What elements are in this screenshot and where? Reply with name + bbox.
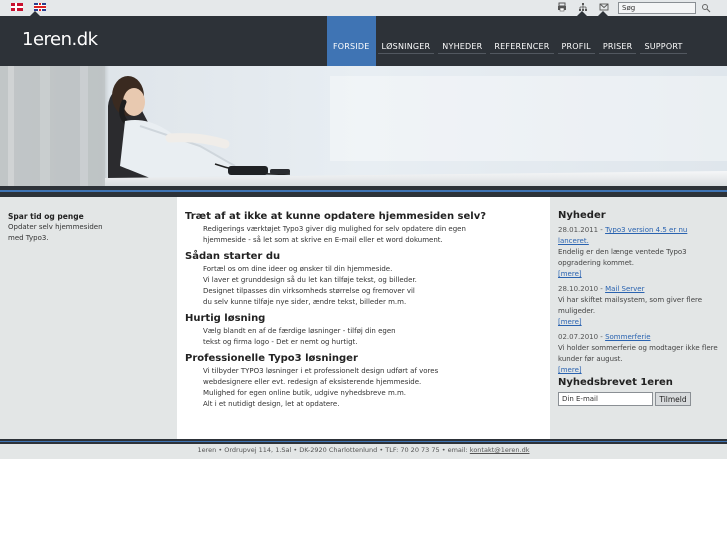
office-woman-phone-image xyxy=(0,66,727,186)
top-strip xyxy=(0,0,727,16)
section-text: Fortæl os om dine ideer og ønsker til di… xyxy=(203,265,393,273)
danish-flag-icon[interactable] xyxy=(11,3,23,11)
section-text: du selv kunne tilføje nye sider, ændre t… xyxy=(203,298,407,306)
section-title: Sådan starter du xyxy=(185,251,281,262)
newsletter-form: Tilmeld xyxy=(558,392,719,406)
print-icon[interactable] xyxy=(557,2,567,12)
news-text: Vi holder sommerferie og modtager ikke f… xyxy=(558,344,718,363)
site-logo[interactable]: 1eren.dk xyxy=(22,29,98,50)
section-text: tekst og firma logo - Det er nemt og hur… xyxy=(203,338,358,346)
news-date: 02.07.2010 - xyxy=(558,333,603,341)
nav-item-support[interactable]: SUPPORT xyxy=(638,16,688,66)
email-field[interactable] xyxy=(558,392,653,406)
section-text: hjemmeside - så let som at skrive en E-m… xyxy=(203,236,443,244)
section-title: Træt af at ikke at kunne opdatere hjemme… xyxy=(185,211,487,222)
nav-item-profil[interactable]: PROFIL xyxy=(556,16,597,66)
more-link[interactable]: [mere] xyxy=(558,269,719,280)
section-text: Alt i et nutidigt design, let at opdater… xyxy=(203,400,340,408)
news-date: 28.01.2011 - xyxy=(558,226,603,234)
news-item: 28.10.2010 - Mail Server Vi har skiftet … xyxy=(558,284,719,328)
more-link[interactable]: [mere] xyxy=(558,365,719,376)
content-section: Træt af at ikke at kunne opdatere hjemme… xyxy=(185,210,542,246)
news-item: 02.07.2010 - Sommerferie Vi holder somme… xyxy=(558,332,719,376)
news-title: Nyheder xyxy=(558,210,606,221)
news-item: 28.01.2011 - Typo3 version 4.5 er nu lan… xyxy=(558,225,719,280)
more-link[interactable]: [mere] xyxy=(558,317,719,328)
news-text: Vi har skiftet mailsystem, som giver fle… xyxy=(558,296,703,315)
news-date: 28.10.2010 - xyxy=(558,285,603,293)
header: 1eren.dk FORSIDE LØSNINGER NYHEDER REFER… xyxy=(0,16,727,66)
sitemap-icon[interactable] xyxy=(578,2,588,12)
content-section: Sådan starter du Fortæl os om dine ideer… xyxy=(185,250,542,308)
section-text: webdesignere eller evt. redesign af eksi… xyxy=(203,378,422,386)
footer-email-link[interactable]: kontakt@1eren.dk xyxy=(470,446,530,454)
subscribe-button[interactable]: Tilmeld xyxy=(655,392,691,406)
news-link[interactable]: Sommerferie xyxy=(605,333,650,341)
section-text: Redigerings værktøjet Typo3 giver dig mu… xyxy=(203,225,466,233)
left-title: Spar tid og penge xyxy=(8,212,84,221)
section-title: Hurtig løsning xyxy=(185,313,266,324)
section-text: Vi laver et grunddesign så du let kan ti… xyxy=(203,276,417,284)
news-link[interactable]: Mail Server xyxy=(605,285,644,293)
news-header: 02.07.2010 - Sommerferie xyxy=(558,332,719,343)
right-sidebar: Nyheder 28.01.2011 - Typo3 version 4.5 e… xyxy=(550,197,727,439)
mail-icon[interactable] xyxy=(599,2,609,12)
nav-item-nyheder[interactable]: NYHEDER xyxy=(436,16,488,66)
news-header: 28.10.2010 - Mail Server xyxy=(558,284,719,295)
hero-banner xyxy=(0,66,727,186)
main-content: Træt af at ikke at kunne opdatere hjemme… xyxy=(177,197,550,439)
nav-item-forside[interactable]: FORSIDE xyxy=(327,16,376,66)
section-text: Vi tilbyder TYPO3 løsninger i et profess… xyxy=(203,367,439,375)
nav-item-priser[interactable]: PRISER xyxy=(597,16,639,66)
footer: 1eren • Ordrupvej 114, 1.Sal • DK-2920 C… xyxy=(0,444,727,459)
banner-divider xyxy=(0,186,727,197)
english-flag-icon[interactable] xyxy=(34,3,46,11)
search-input[interactable] xyxy=(618,2,696,14)
section-text: Vælg blandt en af de færdige løsninger -… xyxy=(203,327,396,335)
section-text: Designet tilpasses din virksomheds størr… xyxy=(203,287,415,295)
nav-item-referencer[interactable]: REFERENCER xyxy=(488,16,555,66)
section-text: Mulighed for egen online butik, udgive n… xyxy=(203,389,407,397)
left-sidebar: Spar tid og penge Opdater selv hjemmesid… xyxy=(0,197,177,439)
news-text: Endelig er den længe ventede Typo3 opgra… xyxy=(558,248,687,267)
newsletter-title: Nyhedsbrevet 1eren xyxy=(558,377,673,388)
left-text: Opdater selv hjemmesiden med Typo3. xyxy=(8,223,103,242)
search-icon[interactable] xyxy=(701,3,711,13)
content-section: Hurtig løsning Vælg blandt en af de færd… xyxy=(185,312,542,348)
section-title: Professionelle Typo3 løsninger xyxy=(185,353,358,364)
nav-item-losninger[interactable]: LØSNINGER xyxy=(376,16,437,66)
footer-address: 1eren • Ordrupvej 114, 1.Sal • DK-2920 C… xyxy=(197,446,468,454)
main-nav: FORSIDE LØSNINGER NYHEDER REFERENCER PRO… xyxy=(327,16,689,66)
content-section: Professionelle Typo3 løsninger Vi tilbyd… xyxy=(185,352,542,410)
news-header: 28.01.2011 - Typo3 version 4.5 er nu lan… xyxy=(558,225,719,247)
